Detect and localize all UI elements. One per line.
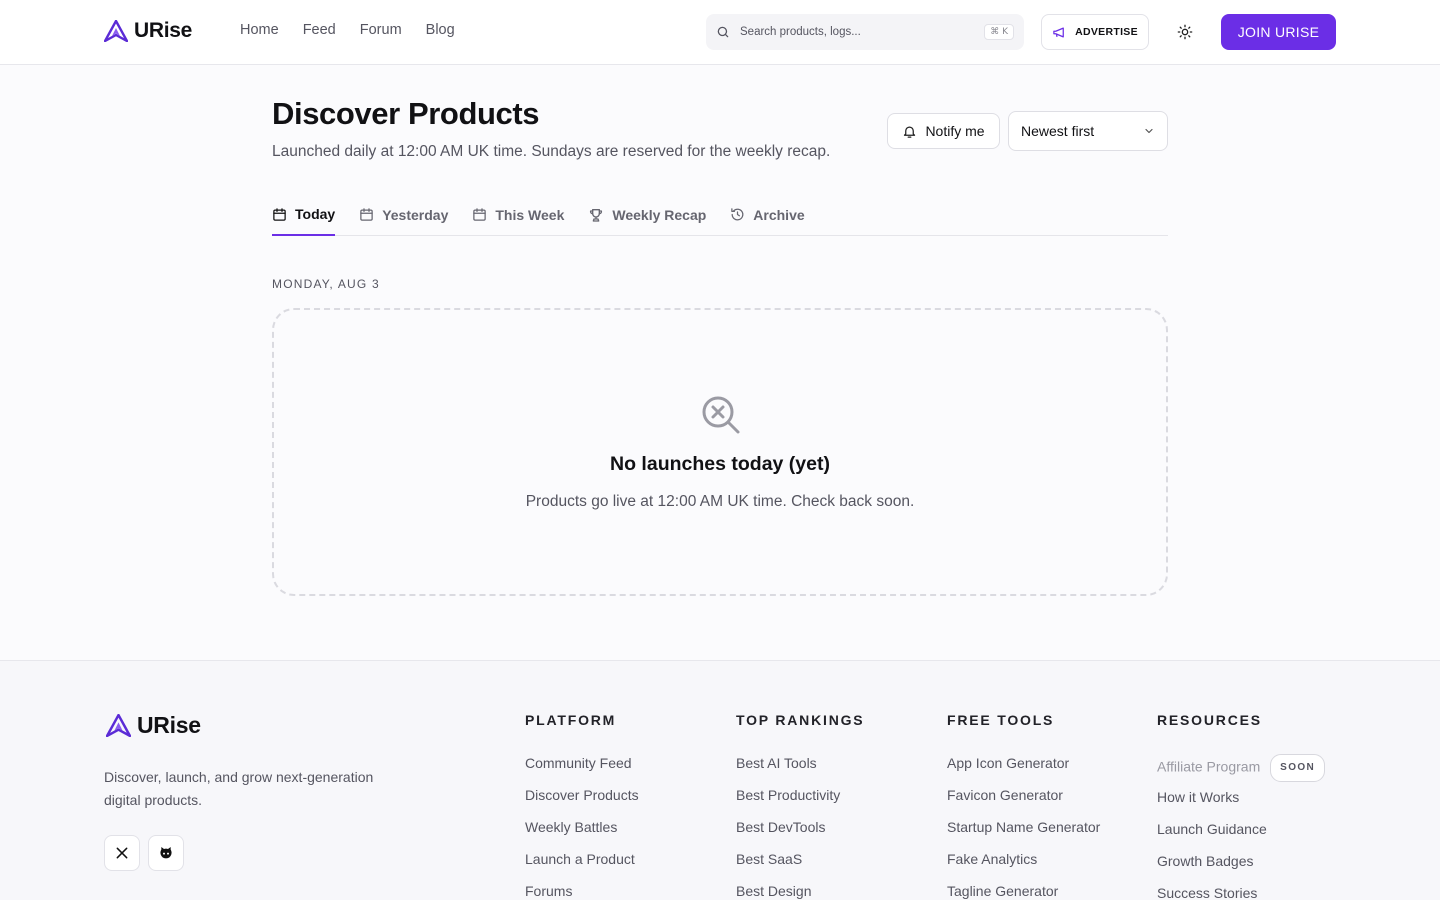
nav-forum[interactable]: Forum	[360, 22, 402, 38]
main-nav: Home Feed Forum Blog	[240, 22, 455, 38]
footer-col-title: RESOURCES	[1157, 712, 1262, 728]
tab-label: This Week	[495, 206, 565, 223]
nav-home[interactable]: Home	[240, 22, 279, 38]
footer-link-best-design[interactable]: Best Design	[736, 882, 864, 900]
top-header: URise Home Feed Forum Blog ⌘ K ADVERTISE…	[0, 0, 1440, 65]
urise-logo-icon	[104, 20, 128, 42]
search-input[interactable]	[740, 26, 970, 38]
history-icon	[731, 208, 744, 221]
sort-select[interactable]: Newest first	[1008, 111, 1168, 151]
footer-link-growth-badges[interactable]: Growth Badges	[1157, 852, 1325, 884]
tab-label: Yesterday	[382, 206, 449, 223]
tab-weekly-recap[interactable]: Weekly Recap	[588, 196, 706, 235]
footer-link-label: Affiliate Program	[1157, 758, 1261, 775]
date-heading: MONDAY, AUG 3	[272, 277, 380, 291]
footer-col-title: TOP RANKINGS	[736, 712, 865, 728]
tab-today[interactable]: Today	[272, 196, 336, 236]
nav-feed[interactable]: Feed	[303, 22, 336, 38]
github-icon	[160, 847, 172, 859]
calendar-icon	[360, 208, 373, 221]
calendar-icon	[473, 208, 487, 221]
footer-link-tagline-generator[interactable]: Tagline Generator	[947, 882, 1100, 900]
footer-col-top-rankings: TOP RANKINGS Best AI Tools Best Producti…	[736, 712, 864, 900]
sun-icon	[1177, 24, 1193, 40]
tab-label: Weekly Recap	[612, 206, 707, 223]
calendar-icon	[273, 207, 286, 221]
footer-link-app-icon-generator[interactable]: App Icon Generator	[947, 754, 1100, 786]
footer-brand[interactable]: URise	[106, 712, 201, 739]
footer-link-weekly-battles[interactable]: Weekly Battles	[525, 818, 639, 850]
footer-link-launch-guidance[interactable]: Launch Guidance	[1157, 820, 1325, 852]
advertise-button[interactable]: ADVERTISE	[1041, 14, 1149, 50]
footer-link-startup-name-generator[interactable]: Startup Name Generator	[947, 818, 1100, 850]
footer-link-favicon-generator[interactable]: Favicon Generator	[947, 786, 1100, 818]
soon-badge: SOON	[1270, 754, 1326, 782]
empty-state-title: No launches today (yet)	[610, 453, 830, 475]
join-button[interactable]: JOIN URISE	[1221, 14, 1336, 50]
page-subtitle: Launched daily at 12:00 AM UK time. Sund…	[272, 143, 831, 160]
footer-link-affiliate-program: Affiliate Program SOON	[1157, 754, 1326, 788]
urise-logo-icon	[106, 714, 131, 737]
footer-tagline: Discover, launch, and grow next-generati…	[104, 769, 374, 808]
x-logo-icon	[116, 847, 128, 859]
chevron-down-icon	[1143, 125, 1155, 137]
sort-value: Newest first	[1021, 123, 1095, 139]
search-shortcut-badge: ⌘ K	[984, 24, 1014, 40]
footer-col-title: FREE TOOLS	[947, 712, 1055, 728]
date-tabs: Today Yesterday This Week Weekly Recap A…	[272, 196, 1168, 236]
footer-col-resources: RESOURCES Affiliate Program SOON How it …	[1157, 712, 1326, 900]
search-icon	[717, 26, 729, 38]
theme-toggle-button[interactable]	[1170, 17, 1200, 47]
search-box[interactable]: ⌘ K	[706, 14, 1024, 50]
footer-link-community-feed[interactable]: Community Feed	[525, 754, 639, 786]
x-social-button[interactable]	[104, 835, 140, 871]
bell-icon	[904, 126, 916, 138]
search-x-icon	[702, 396, 740, 434]
footer-link-best-ai-tools[interactable]: Best AI Tools	[736, 754, 864, 786]
tab-yesterday[interactable]: Yesterday	[359, 196, 448, 235]
notify-label: Notify me	[925, 123, 985, 139]
footer-link-best-devtools[interactable]: Best DevTools	[736, 818, 864, 850]
tab-this-week[interactable]: This Week	[472, 196, 564, 235]
footer-link-launch-product[interactable]: Launch a Product	[525, 850, 639, 882]
footer-col-free-tools: FREE TOOLS App Icon Generator Favicon Ge…	[947, 712, 1100, 900]
site-footer: URise Discover, launch, and grow next-ge…	[0, 660, 1440, 900]
tab-archive[interactable]: Archive	[730, 196, 805, 235]
github-social-button[interactable]	[148, 835, 184, 871]
tab-label: Archive	[753, 206, 805, 223]
footer-link-how-it-works[interactable]: How it Works	[1157, 788, 1325, 820]
footer-brand-name: URise	[137, 712, 201, 738]
advertise-label: ADVERTISE	[1075, 26, 1138, 38]
empty-state: No launches today (yet) Products go live…	[272, 308, 1168, 596]
empty-state-text: Products go live at 12:00 AM UK time. Ch…	[525, 493, 915, 510]
page-title: Discover Products	[272, 96, 540, 131]
tab-label: Today	[295, 206, 336, 222]
footer-col-title: PLATFORM	[525, 712, 617, 728]
footer-col-platform: PLATFORM Community Feed Discover Product…	[525, 712, 639, 900]
megaphone-icon	[1053, 27, 1064, 37]
footer-link-discover-products[interactable]: Discover Products	[525, 786, 639, 818]
footer-link-success-stories[interactable]: Success Stories	[1157, 884, 1325, 900]
footer-link-best-saas[interactable]: Best SaaS	[736, 850, 864, 882]
footer-link-forums[interactable]: Forums	[525, 882, 639, 900]
footer-link-best-productivity[interactable]: Best Productivity	[736, 786, 864, 818]
footer-link-fake-analytics[interactable]: Fake Analytics	[947, 850, 1100, 882]
notify-me-button[interactable]: Notify me	[887, 113, 1000, 149]
brand-name: URise	[134, 19, 193, 42]
trophy-icon	[590, 208, 603, 222]
nav-blog[interactable]: Blog	[426, 22, 455, 38]
brand-logo-link[interactable]: URise	[104, 19, 192, 43]
